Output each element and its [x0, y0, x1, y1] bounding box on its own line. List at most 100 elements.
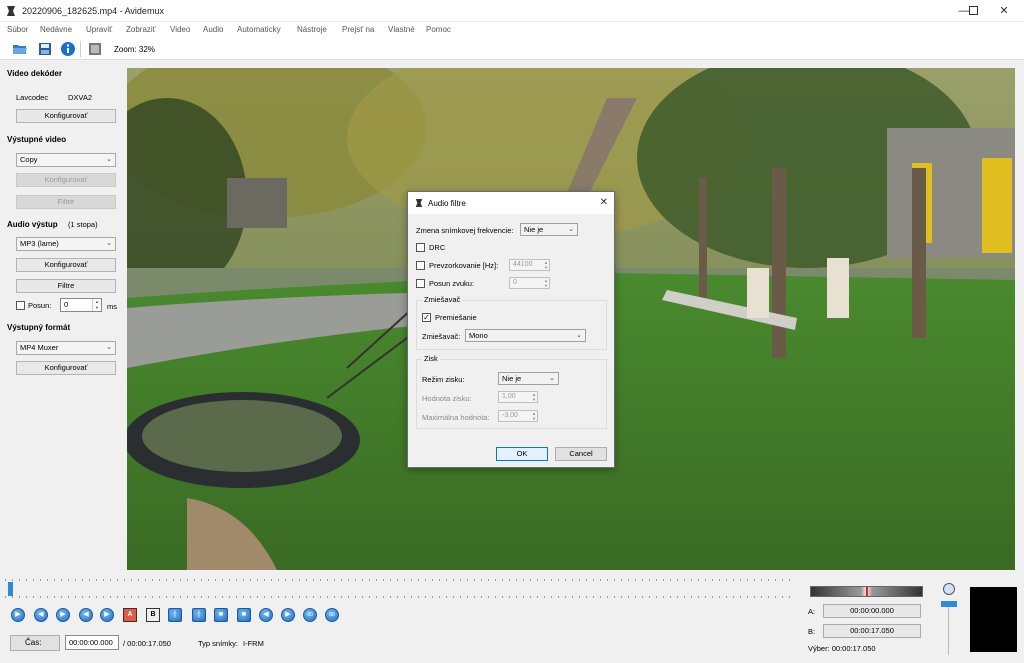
audio-shift-input[interactable]: 0 ▲ ▼	[60, 298, 102, 312]
max-value-input[interactable]: -3,00 ▲ ▼	[498, 410, 538, 422]
audio-output-heading: Audio výstup	[7, 220, 58, 229]
chevron-down-icon: ⌄	[106, 344, 112, 351]
timeline-ticks-bottom	[5, 596, 795, 598]
framerate-select[interactable]: Nie je ⌄	[520, 223, 578, 236]
framerate-label: Zmena snímkovej frekvencie:	[416, 226, 514, 235]
time-button[interactable]: Čas:	[10, 635, 60, 651]
info-icon[interactable]	[60, 41, 76, 57]
spin-arrows-icon[interactable]: ▲ ▼	[544, 260, 548, 270]
menu-bar: Súbor Nedávne Upraviť Zobraziť Video Aud…	[0, 22, 1024, 38]
zoom-level: Zoom: 32%	[114, 45, 155, 54]
lavcodec-value: DXVA2	[68, 93, 93, 102]
resample-value: 44100	[513, 261, 533, 268]
audio-filters-button[interactable]: Filtre	[16, 279, 116, 293]
video-codec-select[interactable]: Copy ⌄	[16, 153, 116, 167]
audio-shift-dialog-checkbox[interactable]	[416, 279, 425, 288]
go-marker-b-icon[interactable]: ■	[237, 608, 251, 622]
audio-track-count: (1 stopa)	[68, 220, 98, 229]
menu-custom[interactable]: Vlastné	[388, 25, 415, 34]
gain-mode-select[interactable]: Nie je ⌄	[498, 372, 559, 385]
open-folder-icon[interactable]	[12, 41, 28, 57]
video-decoder-heading: Video dekóder	[7, 69, 62, 78]
volume-slider-track[interactable]	[948, 607, 949, 655]
mixer-select[interactable]: Mono ⌄	[465, 329, 586, 342]
menu-audio[interactable]: Audio	[203, 25, 223, 34]
menu-auto[interactable]: Automaticky	[237, 25, 281, 34]
spin-arrows-icon[interactable]: ▲ ▼	[532, 411, 536, 421]
marker-b-label: B:	[808, 627, 816, 636]
menu-recent[interactable]: Nedávne	[40, 25, 72, 34]
timeline-slider[interactable]	[5, 578, 795, 608]
downmix-checkbox[interactable]: ✓	[422, 313, 431, 322]
next-black-icon[interactable]: ▶	[281, 608, 295, 622]
cancel-button[interactable]: Cancel	[555, 447, 607, 461]
gain-value-input[interactable]: 1,00 ▲ ▼	[498, 391, 538, 403]
marker-b-icon[interactable]: B	[146, 608, 160, 622]
audio-filters-dialog: Audio filtre ✕ Zmena snímkovej frekvenci…	[407, 191, 615, 468]
current-time-input[interactable]: 00:00:00.000	[65, 635, 119, 650]
next-frame-icon[interactable]: ▶	[100, 608, 114, 622]
menu-tools[interactable]: Nástroje	[297, 25, 327, 34]
maximize-icon[interactable]	[969, 6, 978, 15]
resample-input[interactable]: 44100 ▲ ▼	[509, 259, 550, 271]
audio-meter-marker	[866, 587, 868, 596]
menu-edit[interactable]: Upraviť	[86, 25, 112, 34]
menu-file[interactable]: Súbor	[7, 25, 28, 34]
marker-a-icon[interactable]: A	[123, 608, 137, 622]
audio-codec-value: MP3 (lame)	[20, 239, 59, 248]
menu-video[interactable]: Video	[170, 25, 190, 34]
marker-a-time: 00:00:00.000	[823, 604, 921, 618]
ok-button[interactable]: OK	[496, 447, 548, 461]
resample-checkbox[interactable]	[416, 261, 425, 270]
resample-label: Prevzorkovanie [Hz]:	[429, 261, 499, 270]
chevron-down-icon: ⌄	[576, 332, 582, 339]
prev-frame-icon[interactable]: ◀	[79, 608, 93, 622]
menu-help[interactable]: Pomoc	[426, 25, 451, 34]
dialog-title: Audio filtre	[428, 199, 466, 208]
prev-black-icon[interactable]: ◀	[259, 608, 273, 622]
video-filters-button[interactable]: Filtre	[16, 195, 116, 209]
prev-keyframe-icon[interactable]: |	[168, 608, 182, 622]
mixer-value: Mono	[469, 331, 488, 340]
drc-label: DRC	[429, 243, 446, 252]
play-icon[interactable]: ▶	[11, 608, 25, 622]
close-icon[interactable]: ✕	[600, 197, 608, 208]
muxer-configure-button[interactable]: Konfigurovať	[16, 361, 116, 375]
next-keyframe-icon[interactable]: |	[192, 608, 206, 622]
volume-slider-handle[interactable]	[941, 601, 957, 607]
forward-60-icon[interactable]: 60	[325, 608, 339, 622]
audio-configure-button[interactable]: Konfigurovať	[16, 258, 116, 272]
left-panel: Video dekóder Lavcodec DXVA2 Konfigurova…	[0, 62, 125, 572]
avidemux-app-icon	[415, 199, 423, 207]
title-bar: 20220906_182625.mp4 - Avidemux — ✕	[0, 0, 1024, 22]
downmix-label: Premiešanie	[435, 313, 477, 322]
volume-icon[interactable]	[943, 583, 955, 595]
muxer-value: MP4 Muxer	[20, 343, 59, 352]
back-60-icon[interactable]: 60	[303, 608, 317, 622]
spin-arrows-icon[interactable]: ▲ ▼	[92, 299, 101, 311]
audio-shift-dialog-input[interactable]: 0 ▲ ▼	[509, 277, 550, 289]
forward-icon[interactable]: ▶	[56, 608, 70, 622]
spin-arrows-icon[interactable]: ▲ ▼	[544, 278, 548, 288]
framerate-value: Nie je	[524, 225, 544, 234]
menu-go-to[interactable]: Prejsť na	[342, 25, 374, 34]
audio-meter	[810, 586, 923, 597]
close-icon: ✕	[999, 5, 1009, 17]
audio-codec-select[interactable]: MP3 (lame) ⌄	[16, 237, 116, 251]
drc-checkbox[interactable]	[416, 243, 425, 252]
save-icon[interactable]	[37, 41, 53, 57]
muxer-select[interactable]: MP4 Muxer ⌄	[16, 341, 116, 355]
go-marker-a-icon[interactable]: ■	[214, 608, 228, 622]
video-configure-button[interactable]: Konfigurovať	[16, 173, 116, 187]
close-button[interactable]: ✕	[984, 0, 1024, 22]
toolbar: Zoom: 32%	[0, 38, 1024, 60]
rewind-icon[interactable]: ◀	[34, 608, 48, 622]
decoder-configure-button[interactable]: Konfigurovať	[16, 109, 116, 123]
mixer-group-title: Zmiešavač	[422, 295, 463, 304]
filmstrip-icon[interactable]	[87, 41, 103, 57]
timeline-cursor[interactable]	[8, 582, 13, 596]
audio-shift-checkbox[interactable]	[16, 301, 25, 310]
menu-view[interactable]: Zobraziť	[126, 25, 156, 34]
spin-arrows-icon[interactable]: ▲ ▼	[532, 392, 536, 402]
chevron-down-icon: ⌄	[549, 375, 555, 382]
